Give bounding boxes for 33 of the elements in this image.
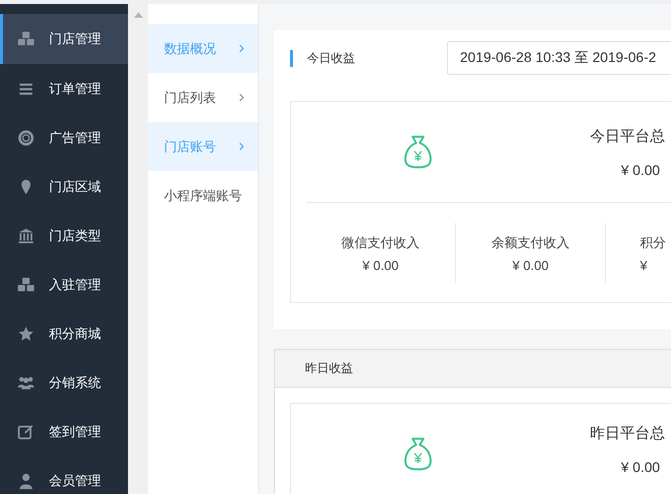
star-icon bbox=[17, 324, 35, 342]
sidebar-item[interactable]: 门店管理 bbox=[0, 14, 128, 64]
stat-label: 微信支付收入 bbox=[342, 234, 420, 252]
sidebar-item[interactable]: 门店类型 bbox=[0, 211, 128, 260]
date-range-field[interactable]: 2019-06-28 10:33 至 2019-06-2 bbox=[447, 41, 671, 75]
total-value: ¥ 0.00 bbox=[621, 162, 661, 178]
stat-label: 余额支付收入 bbox=[492, 234, 570, 252]
sidebar-item[interactable]: 广告管理 bbox=[0, 113, 128, 162]
total-value: ¥ 0.00 bbox=[621, 459, 661, 475]
bank-icon bbox=[17, 226, 35, 244]
user-icon bbox=[17, 472, 35, 490]
stat-value: ¥ 0.00 bbox=[362, 258, 399, 272]
cubes-icon bbox=[17, 30, 35, 48]
stat-label: 积分 bbox=[640, 234, 666, 252]
stat-value: ¥ bbox=[640, 258, 648, 272]
stat-value: ¥ 0.00 bbox=[512, 258, 549, 272]
sidebar-item[interactable]: 入驻管理 bbox=[0, 260, 128, 309]
section-title: 昨日收益 bbox=[305, 360, 353, 377]
total-label: 昨日平台总 bbox=[590, 424, 666, 443]
scroll-up-icon[interactable] bbox=[134, 12, 142, 18]
cubes-icon bbox=[17, 276, 35, 294]
edit-icon bbox=[17, 422, 35, 440]
submenu-item[interactable]: 小程序端账号 bbox=[148, 171, 258, 220]
sidebar-item[interactable]: 签到管理 bbox=[0, 407, 128, 456]
submenu-item[interactable]: 门店列表 bbox=[148, 73, 258, 122]
sidebar-item[interactable]: 门店区域 bbox=[0, 162, 128, 211]
lifebuoy-icon bbox=[17, 128, 35, 146]
sidebar-item[interactable]: 会员管理 bbox=[0, 456, 128, 494]
sidebar-item[interactable]: 分销系统 bbox=[0, 358, 128, 407]
sidebar-item[interactable]: 积分商城 bbox=[0, 309, 128, 358]
sidebar-item[interactable]: 订单管理 bbox=[0, 64, 128, 113]
section-title: 今日收益 bbox=[307, 50, 356, 66]
total-label: 今日平台总 bbox=[590, 127, 666, 146]
